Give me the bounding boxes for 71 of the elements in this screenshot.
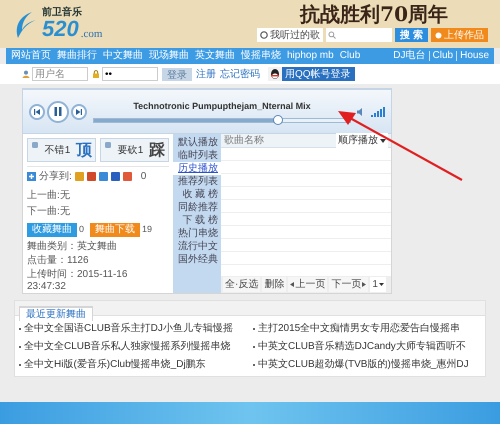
song-link[interactable]: 全中文全国语CLUB音乐主打DJ小鱼儿专辑慢摇 — [24, 321, 233, 336]
plus-icon[interactable] — [27, 172, 36, 181]
progress-thumb[interactable] — [273, 114, 284, 125]
info-text: 上传时间：2015-11-16 23:47:32 — [27, 269, 128, 293]
pause-icon — [54, 107, 62, 116]
vote-button[interactable]: 不错1 顶 — [27, 138, 96, 162]
progress-track[interactable] — [93, 118, 351, 123]
search-button[interactable]: 搜 索 — [395, 28, 428, 42]
recent-tab[interactable]: 最近更新舞曲 — [19, 306, 93, 321]
share-label: 分享到: — [39, 170, 72, 184]
banner-title: 抗战胜利70周年 — [300, 2, 448, 26]
select-all-button[interactable]: 全·反选 — [223, 277, 260, 292]
logo-number: 520 — [42, 18, 79, 40]
playlist-tab[interactable]: 热门串烧 — [173, 227, 221, 240]
share-count: 0 — [140, 170, 146, 184]
song-link[interactable]: 中英文CLUB音乐精选DJCandy大师专辑西听不 — [258, 339, 466, 354]
playlist-tab[interactable]: 流行中文 — [173, 240, 221, 253]
vote-button[interactable]: 要砍1 踩 — [100, 138, 169, 162]
lock-icon — [92, 70, 100, 78]
pause-button[interactable] — [47, 100, 69, 122]
play-mode-dropdown[interactable]: 顺序播放 — [336, 133, 388, 148]
action-count: 0 — [79, 223, 84, 236]
playlist-tab[interactable]: 默认播放 — [173, 136, 221, 149]
qq-login-button[interactable]: 用QQ帐号登录 — [268, 67, 355, 81]
login-link[interactable]: 忘记密码 — [220, 66, 260, 82]
info-text: 点击量：1126 — [27, 255, 89, 267]
logo-domain: .com — [80, 29, 102, 40]
thumb-up-icon — [31, 141, 39, 149]
previous-button[interactable] — [29, 104, 45, 120]
caret-right-icon — [362, 282, 366, 287]
song-link[interactable]: 全中文全CLUB音乐私人独家慢摇系列慢摇串烧 — [24, 339, 231, 354]
search-field[interactable] — [326, 28, 392, 42]
next-track-text: 下一曲:无 — [27, 204, 71, 219]
password-field[interactable]: •• — [102, 67, 158, 81]
song-link[interactable]: 中英文CLUB超劲爆(TVB版的)慢摇串烧_惠州DJ — [258, 357, 469, 372]
user-icon — [22, 70, 30, 78]
next-page-button[interactable]: 下一页 — [329, 277, 368, 292]
song-link[interactable]: 主打2015全中文痴情男女专用恋爱告白慢摇串 — [258, 321, 460, 336]
previous-page-button[interactable]: 上一页 — [288, 277, 328, 292]
track-title: Technotronic Pumpupthejam_Nternal Mix — [133, 100, 311, 114]
speaker-icon[interactable] — [357, 108, 365, 116]
thumb-down-icon — [104, 141, 112, 149]
delete-button[interactable]: 删除 — [262, 277, 286, 292]
caret-left-icon — [290, 282, 294, 287]
page-dropdown[interactable]: 1 — [370, 277, 386, 292]
caret-icon — [378, 283, 384, 286]
volume-bars-icon[interactable] — [371, 106, 385, 116]
playlist-tab[interactable]: 收 藏 榜 — [173, 188, 221, 201]
history-button[interactable]: 我听过的歌 — [257, 28, 324, 42]
info-text: 舞曲类别：英文舞曲 — [27, 241, 117, 253]
playlist-tab[interactable]: 下 载 榜 — [173, 214, 221, 227]
username-field[interactable]: 用户名 — [32, 67, 88, 81]
clock-icon — [260, 31, 268, 39]
skip-back-icon — [34, 108, 40, 114]
skip-forward-icon — [76, 108, 82, 114]
search-icon — [328, 31, 336, 39]
next-button[interactable] — [71, 104, 87, 120]
song-link[interactable]: 全中文Hi版(爱音乐)Club慢摇串烧_Dj鹏东 — [24, 357, 206, 372]
column-header: 歌曲名称 — [224, 134, 264, 148]
playlist-tab[interactable]: 推荐列表 — [173, 175, 221, 188]
playlist-tab[interactable]: 国外经典 — [173, 253, 221, 266]
upload-icon — [435, 32, 442, 38]
playlist-tab[interactable]: 历史播放 — [173, 162, 221, 175]
login-link[interactable]: 注册 — [196, 66, 216, 82]
playlist-tab[interactable]: 临时列表 — [173, 149, 221, 162]
action-count: 19 — [142, 223, 152, 236]
logo-name: 前卫音乐 — [42, 8, 83, 18]
playlist-tab[interactable]: 同龄推荐 — [173, 201, 221, 214]
previous-track-text: 上一曲:无 — [27, 188, 71, 203]
penguin-icon — [268, 67, 282, 81]
caret-icon — [380, 138, 386, 142]
